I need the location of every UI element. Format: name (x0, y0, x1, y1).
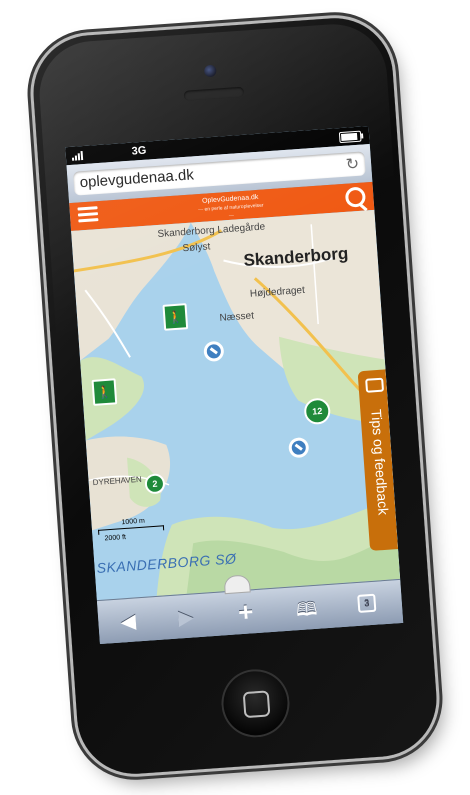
add-bookmark-button[interactable]: + (237, 596, 254, 628)
earpiece-speaker (183, 86, 245, 101)
bookmarks-icon[interactable]: 🕮 (295, 597, 318, 628)
map-background (71, 209, 401, 601)
pages-button[interactable]: 3 (357, 593, 377, 613)
hiking-poi-icon[interactable]: 🚶 (91, 378, 118, 406)
phone-screen: 3G oplevgudenaa.dk ↻ OplevGudenaa.dk — e… (65, 126, 404, 645)
forward-button[interactable]: ▶ (177, 604, 195, 630)
scale-imperial: 2000 ft (104, 533, 127, 543)
reload-icon[interactable]: ↻ (345, 154, 360, 175)
map-view[interactable]: Skanderborg Ladegårde Sølyst Skanderborg… (71, 209, 401, 601)
hiking-poi-icon[interactable]: 🚶 (162, 303, 189, 331)
home-square-icon (242, 690, 271, 719)
url-text: oplevgudenaa.dk (79, 166, 195, 192)
network-type: 3G (131, 144, 147, 158)
front-camera-icon (203, 64, 217, 78)
hamburger-menu-icon[interactable] (77, 206, 99, 223)
home-button[interactable] (219, 667, 292, 740)
battery-icon (338, 130, 362, 144)
phone-photo: 3G oplevgudenaa.dk ↻ OplevGudenaa.dk — e… (0, 0, 470, 795)
search-icon[interactable] (344, 186, 367, 208)
signal-bars-icon (71, 150, 84, 161)
pages-count: 3 (363, 598, 370, 609)
map-label-solyst: Sølyst (182, 241, 211, 255)
back-button[interactable]: ◀ (120, 608, 137, 634)
iphone-device: 3G oplevgudenaa.dk ↻ OplevGudenaa.dk — e… (29, 14, 441, 778)
